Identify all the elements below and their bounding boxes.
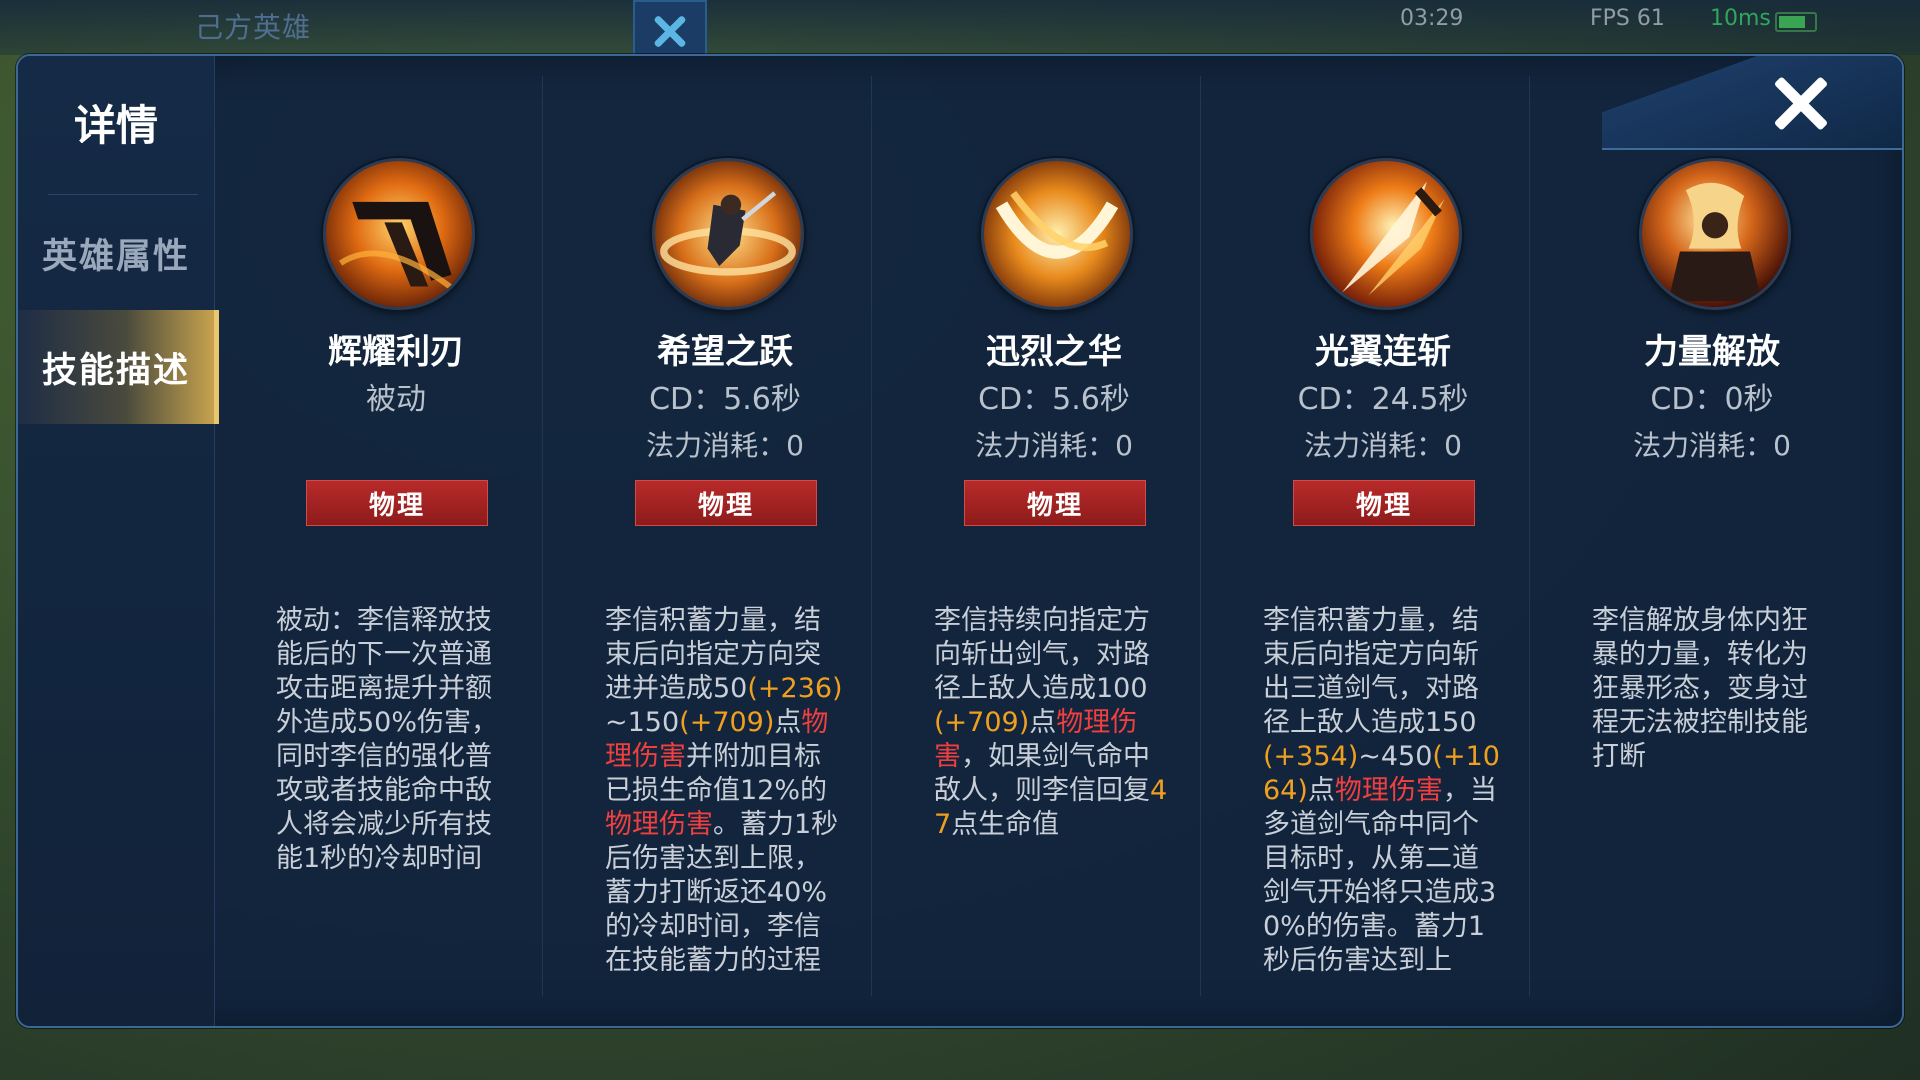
skill-card: 希望之跃 CD：5.6秒 法力消耗：0 物理 李信积蓄力量，结束后向指定方向突进… xyxy=(543,56,872,1026)
scaling-value-text: (+709) xyxy=(934,707,1030,738)
team-label: 己方英雄 xyxy=(195,11,312,44)
skill-cooldown: CD：24.5秒 xyxy=(1297,382,1469,417)
skill-mana-cost: 法力消耗：0 xyxy=(646,429,804,462)
sidebar-divider xyxy=(48,194,198,195)
description-text: 李信持续向指定方向斩出剑气，对路径上敌人造成100 xyxy=(934,605,1150,704)
description-text: 李信积蓄力量，结束后向指定方向斩出三道剑气，对路径上敌人造成150 xyxy=(1263,605,1479,738)
damage-type-text: 物理伤害 xyxy=(605,809,713,840)
damage-type-badge: 物理 xyxy=(1293,480,1475,526)
damage-type-text: 物理伤害 xyxy=(1334,775,1443,806)
description-text: ~450 xyxy=(1358,741,1433,772)
damage-type-badge: 物理 xyxy=(635,480,817,526)
detail-panel: 详情 英雄属性 技能描述 辉耀利刃 被动 物理 被动：李信释放技能后的下一次普通 xyxy=(16,54,1904,1028)
skill-mana-cost: 法力消耗：0 xyxy=(975,429,1133,462)
skill-name: 希望之跃 xyxy=(657,332,793,372)
scaling-value-text: (+354) xyxy=(1263,741,1359,772)
sword-arc-icon[interactable] xyxy=(981,158,1133,310)
description-text: 点 xyxy=(1307,775,1335,806)
power-release-icon[interactable] xyxy=(1639,158,1791,310)
light-wing-slash-icon[interactable] xyxy=(1310,158,1462,310)
battery-icon xyxy=(1775,12,1817,32)
scaling-value-text: (+709) xyxy=(679,707,775,738)
skill-card: 力量解放 CD：0秒 法力消耗：0 李信解放身体内狂暴的力量，转化为狂暴形态，变… xyxy=(1530,56,1859,1026)
skill-name: 迅烈之华 xyxy=(986,332,1122,372)
skill-cooldown: CD：5.6秒 xyxy=(978,382,1130,417)
description-text: 点 xyxy=(1029,707,1057,738)
damage-type-badge: 物理 xyxy=(306,480,488,526)
description-text: ~150 xyxy=(605,707,680,738)
skill-mana-cost: 法力消耗：0 xyxy=(1633,429,1791,462)
skill-card: 光翼连斩 CD：24.5秒 法力消耗：0 物理 李信积蓄力量，结束后向指定方向斩… xyxy=(1201,56,1530,1026)
description-text: 点 xyxy=(774,707,802,738)
map-marker-icon xyxy=(633,0,707,62)
status-bar: 03:29 FPS 61 10ms xyxy=(1400,6,1820,34)
skill-name: 光翼连斩 xyxy=(1315,332,1451,372)
sidebar: 详情 英雄属性 技能描述 xyxy=(18,56,219,1026)
scaling-value-text: (+236) xyxy=(747,673,843,704)
skill-cooldown: 被动 xyxy=(366,382,426,417)
description-text: 李信解放身体内狂暴的力量，转化为狂暴形态，变身过程无法被控制技能打断 xyxy=(1592,605,1808,772)
description-text: 点生命值 xyxy=(951,809,1060,840)
leaping-warrior-icon[interactable] xyxy=(652,158,804,310)
skill-description: 李信持续向指定方向斩出剑气，对路径上敌人造成100(+709)点物理伤害，如果剑… xyxy=(934,604,1174,976)
match-clock: 03:29 xyxy=(1400,6,1464,31)
skill-description: 李信积蓄力量，结束后向指定方向斩出三道剑气，对路径上敌人造成150(+354)~… xyxy=(1263,604,1503,976)
ping-indicator: 10ms xyxy=(1710,6,1771,31)
skill-mana-cost: 法力消耗：0 xyxy=(1304,429,1462,462)
skill-card: 迅烈之华 CD：5.6秒 法力消耗：0 物理 李信持续向指定方向斩出剑气，对路径… xyxy=(872,56,1201,1026)
skill-name: 力量解放 xyxy=(1644,332,1780,372)
skill-name: 辉耀利刃 xyxy=(328,332,464,372)
flaming-blade-icon[interactable] xyxy=(323,158,475,310)
skill-description: 李信解放身体内狂暴的力量，转化为狂暴形态，变身过程无法被控制技能打断 xyxy=(1592,604,1832,976)
tab-hero-attributes[interactable]: 英雄属性 xyxy=(18,196,214,310)
skill-description: 被动：李信释放技能后的下一次普通攻击距离提升并额外造成50%伤害，同时李信的强化… xyxy=(276,604,516,976)
description-text: 被动：李信释放技能后的下一次普通攻击距离提升并额外造成50%伤害，同时李信的强化… xyxy=(276,605,499,874)
damage-type-badge: 物理 xyxy=(964,480,1146,526)
skill-card: 辉耀利刃 被动 物理 被动：李信释放技能后的下一次普通攻击距离提升并额外造成50… xyxy=(214,56,543,1026)
skill-cooldown: CD：0秒 xyxy=(1650,382,1774,417)
tab-skill-description[interactable]: 技能描述 xyxy=(18,310,219,424)
skill-cooldown: CD：5.6秒 xyxy=(649,382,801,417)
description-text: ，如果剑气命中敌人，则李信回复 xyxy=(934,741,1150,806)
skill-description: 李信积蓄力量，结束后向指定方向突进并造成50(+236)~150(+709)点物… xyxy=(605,604,845,976)
skills-list: 辉耀利刃 被动 物理 被动：李信释放技能后的下一次普通攻击距离提升并额外造成50… xyxy=(214,56,1902,1026)
fps-counter: FPS 61 xyxy=(1590,6,1665,31)
panel-title: 详情 xyxy=(73,101,158,150)
